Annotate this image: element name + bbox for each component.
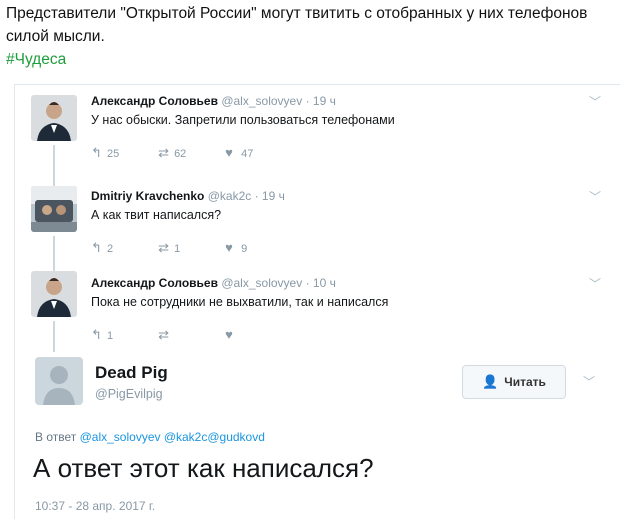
follow-button[interactable]: 👤 Читать (462, 365, 566, 399)
reply-prefix: В ответ (35, 430, 77, 444)
tweet-actions: ↰ 25 ⇄ 62 ♥ 47 (91, 145, 289, 161)
retweet-button[interactable]: ⇄ (158, 327, 222, 343)
thread-connector (53, 321, 55, 352)
tweet-time[interactable]: · 19 ч (306, 94, 336, 108)
main-tweet-text: А ответ этот как написался? (33, 453, 374, 483)
retweet-count: 1 (174, 243, 181, 255)
reply-count: 1 (107, 330, 114, 342)
avatar[interactable] (31, 271, 77, 317)
chevron-down-icon[interactable]: ﹀ (583, 373, 595, 390)
heart-icon: ♥ (225, 327, 233, 342)
reply-count: 25 (107, 148, 120, 160)
tweet-header: Александр Соловьев @alx_solovyev · 19 ч (91, 94, 336, 108)
tweet-text: У нас обыски. Запретили пользоваться тел… (91, 113, 395, 127)
tweet-actions: ↰ 1 ⇄ ♥ (91, 327, 289, 343)
reply-icon: ↰ (91, 327, 102, 342)
tweet-thread: Александр Соловьев @alx_solovyev · 19 ч … (14, 84, 620, 519)
follow-user-icon: 👤 (482, 374, 499, 389)
avatar[interactable] (35, 357, 83, 405)
tweet-header: Александр Соловьев @alx_solovyev · 10 ч (91, 276, 336, 290)
author-handle[interactable]: @kak2c (208, 189, 252, 203)
reply-button[interactable]: ↰ 1 (91, 327, 155, 343)
author-name[interactable]: Dead Pig (95, 363, 168, 383)
like-button[interactable]: ♥ (225, 327, 289, 342)
tweet-time[interactable]: · 10 ч (306, 276, 336, 290)
reply-icon: ↰ (91, 240, 102, 255)
like-button[interactable]: ♥ 47 (225, 145, 289, 160)
tweet-timestamp[interactable]: 10:37 - 28 апр. 2017 г. (35, 499, 155, 513)
author-handle[interactable]: @alx_solovyev (221, 276, 302, 290)
avatar[interactable] (31, 95, 77, 141)
retweet-icon: ⇄ (158, 240, 169, 255)
reply-context: В ответ @alx_solovyev @kak2c@gudkovd (35, 430, 265, 444)
reply-mentions[interactable]: @alx_solovyev @kak2c@gudkovd (80, 430, 265, 444)
author-name[interactable]: Александр Соловьев (91, 276, 218, 290)
like-button[interactable]: ♥ 9 (225, 240, 289, 255)
thread-tweet-3[interactable]: Александр Соловьев @alx_solovyev · 10 ч … (15, 267, 620, 352)
tweet-actions: ↰ 2 ⇄ 1 ♥ 9 (91, 240, 289, 256)
retweet-icon: ⇄ (158, 327, 169, 342)
thread-tweet-2[interactable]: Dmitriy Kravchenko @kak2c · 19 ч А как т… (15, 180, 620, 267)
author-name[interactable]: Александр Соловьев (91, 94, 218, 108)
author-name[interactable]: Dmitriy Kravchenko (91, 189, 204, 203)
follow-label: Читать (504, 375, 546, 389)
retweet-button[interactable]: ⇄ 62 (158, 145, 222, 161)
heart-icon: ♥ (225, 145, 233, 160)
author-handle[interactable]: @alx_solovyev (221, 94, 302, 108)
retweet-count: 62 (174, 148, 187, 160)
caption-text: Представители "Открытой России" могут тв… (6, 5, 588, 45)
heart-icon: ♥ (225, 240, 233, 255)
reply-button[interactable]: ↰ 25 (91, 145, 155, 161)
post-caption: Представители "Открытой России" могут тв… (6, 2, 606, 71)
tweet-header: Dmitriy Kravchenko @kak2c · 19 ч (91, 189, 285, 203)
chevron-down-icon[interactable]: ﹀ (589, 275, 601, 292)
tweet-text: Пока не сотрудники не выхватили, так и н… (91, 295, 389, 309)
tweet-time[interactable]: · 19 ч (255, 189, 285, 203)
reply-icon: ↰ (91, 145, 102, 160)
retweet-button[interactable]: ⇄ 1 (158, 240, 222, 256)
reply-button[interactable]: ↰ 2 (91, 240, 155, 256)
caption-hashtag[interactable]: #Чудеса (6, 48, 606, 71)
thread-connector (53, 145, 55, 180)
like-count: 47 (241, 148, 254, 160)
tweet-text: А как твит написался? (91, 208, 222, 222)
thread-connector (53, 236, 55, 267)
thread-tweet-1[interactable]: Александр Соловьев @alx_solovyev · 19 ч … (15, 85, 620, 180)
retweet-icon: ⇄ (158, 145, 169, 160)
like-count: 9 (241, 243, 248, 255)
chevron-down-icon[interactable]: ﹀ (589, 188, 601, 205)
author-handle[interactable]: @PigEvilpig (95, 387, 163, 401)
avatar[interactable] (31, 186, 77, 232)
reply-count: 2 (107, 243, 114, 255)
chevron-down-icon[interactable]: ﹀ (589, 93, 601, 110)
